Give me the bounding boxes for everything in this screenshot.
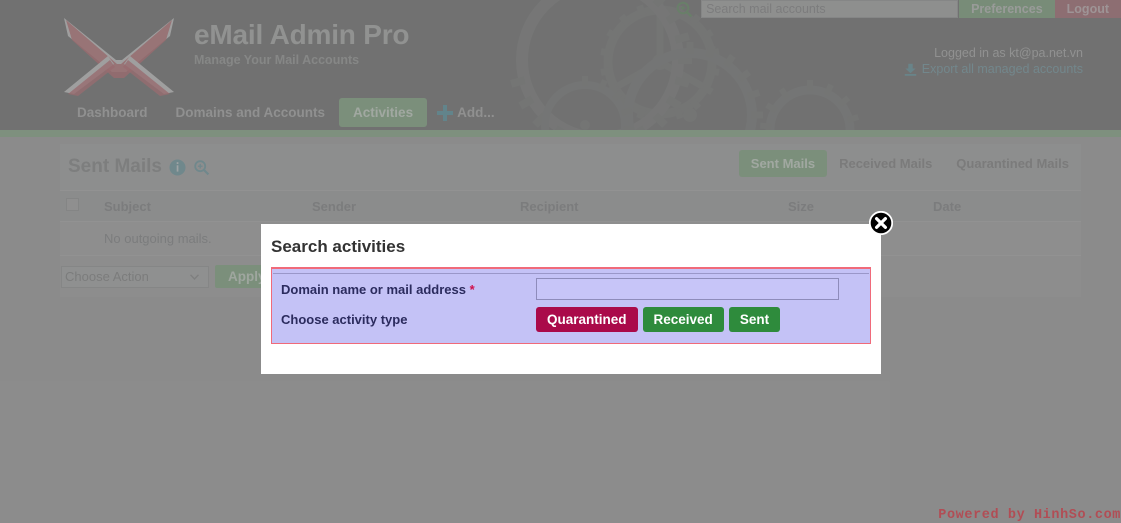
dialog-title: Search activities: [271, 237, 406, 256]
search-activities-form: Domain name or mail address * Choose act…: [271, 267, 871, 344]
activity-type-label: Choose activity type: [281, 311, 408, 327]
activity-type-sent-button[interactable]: Sent: [728, 306, 781, 332]
activity-type-received-button[interactable]: Received: [642, 306, 724, 332]
domain-field-label: Domain name or mail address *: [281, 282, 536, 297]
close-icon[interactable]: [869, 211, 893, 235]
activity-type-buttons: Quarantined Received Sent: [536, 306, 781, 332]
domain-or-mail-input[interactable]: [536, 278, 839, 300]
activity-type-quarantined-button[interactable]: Quarantined: [536, 306, 638, 332]
search-activities-dialog: Search activities Domain name or mail ad…: [261, 224, 881, 374]
domain-field-label-text: Domain name or mail address: [281, 281, 466, 297]
required-marker: *: [469, 281, 475, 297]
activity-type-row: Choose activity type Quarantined Receive…: [272, 304, 870, 334]
domain-field-row: Domain name or mail address *: [272, 274, 870, 304]
